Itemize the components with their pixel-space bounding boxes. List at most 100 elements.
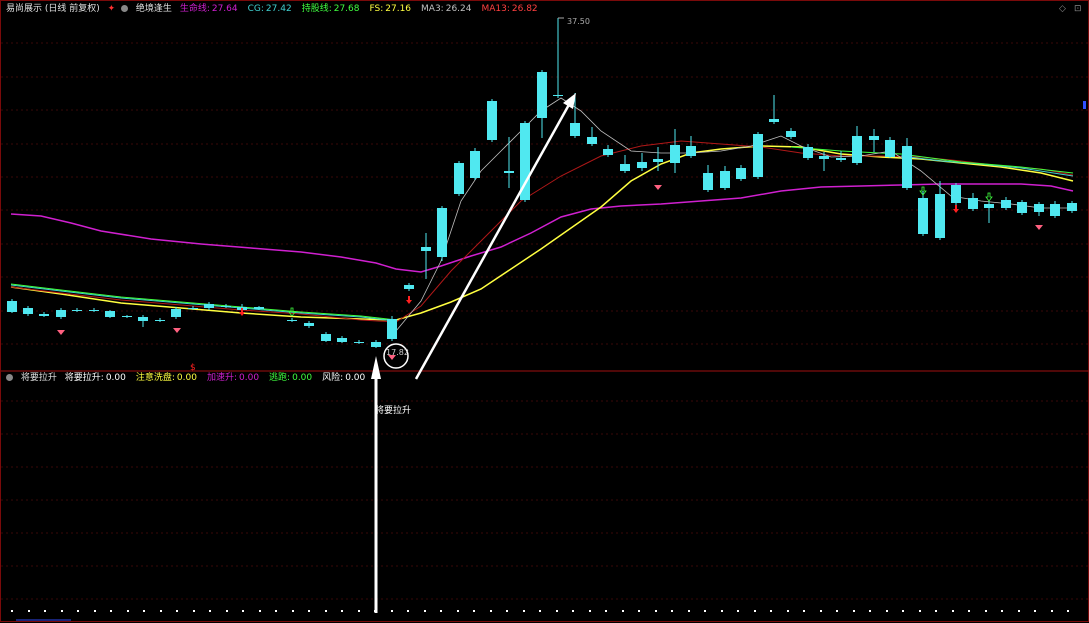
candle-body	[918, 198, 928, 234]
bottom-dot	[902, 610, 904, 612]
candle-body	[321, 334, 331, 341]
diamond-mark-icon	[173, 328, 181, 333]
bottom-dot	[638, 610, 640, 612]
candle	[122, 315, 132, 318]
fs-line	[10, 145, 1074, 321]
bottom-dot	[407, 610, 409, 612]
down-arrow-icon	[953, 205, 959, 213]
bottom-dot	[836, 610, 838, 612]
candle	[304, 321, 314, 328]
candle	[553, 18, 563, 98]
bottom-dot	[704, 610, 706, 612]
sub-label: 逃跑:	[269, 373, 291, 383]
candle	[287, 318, 297, 322]
candle	[852, 126, 862, 165]
stock-title[interactable]: 易尚展示 (日线 前复权)	[6, 4, 100, 14]
bottom-dot	[721, 610, 723, 612]
window-toggle-icon[interactable]: ⊡	[1074, 4, 1082, 14]
candle-body	[122, 316, 132, 317]
candlestick-chart[interactable]: $	[1, 1, 1089, 623]
candle	[454, 161, 464, 196]
high-price-label: 37.50	[567, 17, 590, 26]
bottom-dot	[176, 610, 178, 612]
candle-body	[720, 171, 730, 188]
candle-body	[803, 147, 813, 158]
bottom-dot	[523, 610, 525, 612]
bottom-dot	[440, 610, 442, 612]
candle	[7, 299, 17, 313]
candle-body	[155, 320, 165, 321]
bottom-dot	[952, 610, 954, 612]
bottom-dot	[490, 610, 492, 612]
chart-window: $ 易尚展示 (日线 前复权) ✦ 绝境逢生 生命线: 27.64 CG: 27.42…	[0, 0, 1089, 622]
hdr-label: 生命线:	[179, 4, 210, 14]
candle	[951, 183, 961, 205]
hdr-item: CG: 27.42	[248, 4, 297, 14]
candle-body	[337, 338, 347, 342]
candle	[155, 318, 165, 322]
bottom-dot	[160, 610, 162, 612]
signal-marks: $	[57, 17, 1043, 373]
sub-label: 将要拉升:	[64, 373, 104, 383]
candle	[720, 166, 730, 190]
candle	[587, 127, 597, 146]
sub-value: 0.00	[292, 373, 313, 383]
candle-body	[56, 310, 66, 317]
diamond-icon[interactable]: ◇	[1059, 4, 1066, 14]
sub-item: 将要拉升: 0.00	[65, 373, 131, 383]
candle-body	[371, 342, 381, 347]
candle	[537, 70, 547, 138]
candle-body	[753, 134, 763, 177]
indicator-name[interactable]: 绝境逢生	[136, 4, 172, 14]
bottom-dot	[688, 610, 690, 612]
hdr-item: FS: 27.16	[370, 4, 417, 14]
bottom-dot	[259, 610, 261, 612]
bottom-dot	[110, 610, 112, 612]
candle-body	[736, 168, 746, 179]
hold-line	[10, 283, 397, 321]
candle-body	[703, 173, 713, 190]
sub-indicator-name[interactable]: 将要拉升	[21, 373, 57, 383]
bottom-dot	[61, 610, 63, 612]
sub-item: 注意洗盘: 0.00	[136, 373, 202, 383]
bottom-dot	[1067, 610, 1069, 612]
candle-body	[487, 101, 497, 140]
bottom-dot	[787, 610, 789, 612]
bottom-dot	[1001, 610, 1003, 612]
candle-body	[105, 311, 115, 317]
indicator-toggle-icon[interactable]	[121, 5, 129, 12]
sub-indicator-toggle-icon[interactable]	[6, 374, 13, 381]
hdr-value: 26.24	[445, 4, 472, 14]
sub-indicator-values: 将要拉升: 0.00 注意洗盘: 0.00 加速升: 0.00 逃跑: 0.00 风险: 0.00	[65, 373, 375, 383]
candle	[23, 306, 33, 316]
bottom-dots	[11, 101, 1086, 621]
bottom-dot	[589, 610, 591, 612]
bottom-dot	[754, 610, 756, 612]
bottom-dot	[605, 610, 607, 612]
main-indicator-header: 易尚展示 (日线 前复权) ✦ 绝境逢生 生命线: 27.64 CG: 27.42 持股…	[6, 4, 553, 15]
sub-item: 风险: 0.00	[322, 373, 370, 383]
bottom-dot	[325, 610, 327, 612]
candle	[637, 153, 647, 171]
candle-body	[204, 304, 214, 308]
candle	[354, 340, 364, 344]
candle-body	[437, 208, 447, 257]
bottom-dot	[968, 610, 970, 612]
candle-body	[387, 319, 397, 339]
add-indicator-icon[interactable]: ✦	[108, 4, 116, 14]
candle	[803, 144, 813, 160]
candle	[39, 312, 49, 317]
candle-body	[984, 204, 994, 208]
sub-item: 加速升: 0.00	[207, 373, 264, 383]
hdr-label: FS:	[369, 4, 384, 14]
candles-group	[7, 18, 1077, 348]
candle-body	[1067, 203, 1077, 211]
bottom-dot	[341, 610, 343, 612]
candle-body	[670, 145, 680, 163]
bottom-dot	[28, 610, 30, 612]
candle-body	[653, 159, 663, 162]
candle	[753, 132, 763, 179]
candle-body	[354, 342, 364, 343]
candle-body	[287, 320, 297, 321]
bottom-dot	[1051, 610, 1053, 612]
